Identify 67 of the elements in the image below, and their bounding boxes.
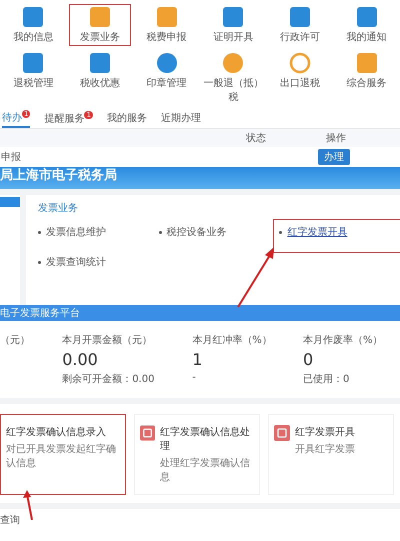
site-banner: 局上海市电子税务局: [0, 167, 400, 190]
stat-label: （元）: [0, 334, 31, 348]
stat-label: 本月红冲率（%）: [192, 334, 273, 348]
app-icon: [156, 6, 178, 28]
app-icon: [356, 6, 378, 28]
tab[interactable]: 我的服务: [106, 109, 147, 128]
service-card[interactable]: 红字发票确认信息录入 对已开具发票发起红字确认信息: [0, 414, 126, 496]
stat-label: 本月作废率（%）: [303, 334, 384, 348]
sidebar-item[interactable]: [0, 197, 20, 208]
stat-value: 1: [192, 350, 204, 370]
card-title: 红字发票确认信息处理: [160, 426, 252, 454]
menu-tile[interactable]: 一般退（抵）税: [202, 50, 265, 106]
app-icon: [88, 52, 111, 74]
menu-tile[interactable]: 税费申报: [135, 4, 198, 46]
menu-tile[interactable]: 退税管理: [2, 50, 65, 106]
menu-tile[interactable]: 印章管理: [135, 50, 198, 106]
service-link[interactable]: 发票信息维护: [46, 225, 106, 240]
document-icon: [274, 425, 290, 442]
platform-header: 电子发票服务平台: [0, 305, 400, 322]
section-title: 发票业务: [38, 202, 79, 216]
stat-note: 已使用：0: [303, 373, 350, 386]
card-title: 红字发票开具: [295, 426, 355, 440]
disc-icon: [156, 52, 178, 74]
service-card[interactable]: 红字发票开具 开具红字发票: [268, 414, 394, 496]
table-cell-text: 申报: [1, 150, 21, 164]
menu-tile[interactable]: 行政许可: [268, 4, 332, 46]
section-title: 查询: [0, 515, 20, 526]
menu-tile[interactable]: 证明开具: [202, 4, 265, 46]
app-icon: [88, 6, 111, 28]
document-icon: [140, 425, 156, 442]
service-link[interactable]: 发票查询统计: [46, 255, 106, 270]
tab[interactable]: 近期办理: [160, 109, 201, 128]
card-description: 开具红字发票: [295, 442, 355, 456]
tab[interactable]: 提醒服务 $^{1}$: [44, 109, 93, 128]
card-description: 处理红字发票确认信息: [160, 456, 252, 484]
card-title: 红字发票确认信息录入: [6, 426, 107, 440]
bullet-icon: [38, 260, 41, 264]
stat-label: 本月开票金额（元）: [62, 334, 154, 348]
app-icon: [22, 52, 44, 74]
action-button[interactable]: 办理: [318, 149, 350, 166]
app-icon: [288, 6, 311, 28]
bullet-icon: [279, 230, 282, 234]
column-header: 状态: [246, 132, 266, 146]
card-description: 对已开具发票发起红字确认信息: [6, 442, 117, 470]
annotation-arrow: [22, 490, 34, 520]
menu-tile[interactable]: 出口退税: [268, 50, 332, 106]
bullet-icon: [38, 230, 41, 234]
stat-note: -: [192, 372, 197, 384]
app-icon: [22, 6, 44, 28]
menu-tile[interactable]: 我的信息: [2, 4, 65, 46]
menu-tile[interactable]: 我的通知: [335, 4, 398, 46]
ring-icon: [288, 52, 311, 74]
app-icon: [356, 52, 378, 74]
column-header: 操作: [326, 132, 346, 146]
app-icon: [222, 6, 244, 28]
service-card[interactable]: 红字发票确认信息处理 处理红字发票确认信息: [134, 414, 260, 496]
stat-note: 剩余可开金额：0.00: [62, 372, 156, 386]
stat-value: 0: [303, 350, 314, 370]
annotation-arrow: [236, 247, 276, 310]
bullet-icon: [158, 230, 162, 234]
menu-tile[interactable]: 税收优惠: [68, 50, 132, 106]
service-link[interactable]: 税控设备业务: [166, 225, 227, 240]
disc-icon: [222, 52, 244, 74]
service-link[interactable]: 红字发票开具: [287, 225, 348, 240]
menu-tile[interactable]: 发票业务: [68, 4, 132, 46]
menu-tile[interactable]: 综合服务: [335, 50, 398, 106]
stat-value: 0.00: [62, 350, 99, 370]
